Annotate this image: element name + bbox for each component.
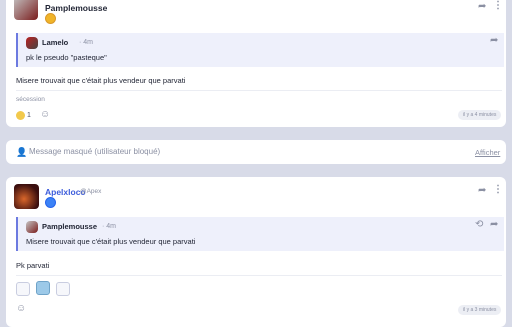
timestamp: il y a 4 minutes	[458, 110, 502, 120]
post-card: Apelxloco @Apex ➦ ⋮ Pamplemousse · 4m Mi…	[6, 177, 506, 327]
quote-text: Misere trouvait que c'était plus vendeur…	[26, 237, 196, 246]
reaction-count: 1	[27, 112, 31, 119]
divider	[16, 275, 502, 276]
quote-author: Pamplemousse	[42, 222, 98, 231]
add-reaction-icon[interactable]: ☺	[40, 110, 50, 120]
timestamp: il y a 3 minutes	[458, 305, 502, 315]
reaction[interactable]: 1	[16, 111, 31, 120]
avatar	[26, 221, 38, 233]
more-options-icon[interactable]: ⋮	[493, 1, 503, 11]
avatar[interactable]	[14, 0, 38, 20]
share-icon[interactable]: ➦	[490, 36, 498, 46]
gold-badge-icon	[45, 13, 56, 24]
post-handle: @Apex	[80, 188, 102, 195]
sticker-image[interactable]	[16, 282, 30, 296]
sticker-image[interactable]	[56, 282, 70, 296]
share-icon[interactable]: ➦	[478, 186, 486, 196]
blocked-user-icon: 👤	[16, 147, 28, 157]
post-body: Pk parvati	[16, 261, 50, 270]
post-card: Pamplemousse ➦ ⋮ Lamelo · 4m pk le pseud…	[6, 0, 506, 127]
post-tag: sécession	[16, 96, 45, 103]
share-icon[interactable]: ➦	[490, 220, 498, 230]
share-icon[interactable]: ➦	[478, 2, 486, 12]
quote-author: Lamelo	[42, 38, 69, 47]
post-author[interactable]: Pamplemousse	[45, 3, 107, 13]
show-button[interactable]: Afficher	[475, 148, 500, 157]
quoted-message[interactable]: Lamelo · 4m pk le pseudo "pasteque" ➦	[16, 33, 504, 67]
more-options-icon[interactable]: ⋮	[493, 185, 503, 195]
avatar[interactable]	[14, 184, 39, 209]
quoted-message[interactable]: Pamplemousse · 4m Misere trouvait que c'…	[16, 217, 504, 251]
masked-text: Message masqué (utilisateur bloqué)	[29, 147, 161, 156]
laughing-emoji-icon	[16, 111, 25, 120]
quote-time: · 4m	[102, 223, 116, 230]
divider	[16, 90, 502, 91]
quote-text: pk le pseudo "pasteque"	[26, 53, 107, 62]
add-reaction-icon[interactable]: ☺	[16, 304, 26, 314]
sticker-image[interactable]	[36, 281, 50, 295]
blue-badge-icon	[45, 197, 56, 208]
history-icon[interactable]: ⟲	[475, 220, 483, 230]
avatar	[26, 37, 38, 49]
quote-time: · 4m	[79, 39, 93, 46]
masked-message: 👤 Message masqué (utilisateur bloqué) Af…	[6, 140, 506, 164]
post-body: Misere trouvait que c'était plus vendeur…	[16, 76, 186, 85]
